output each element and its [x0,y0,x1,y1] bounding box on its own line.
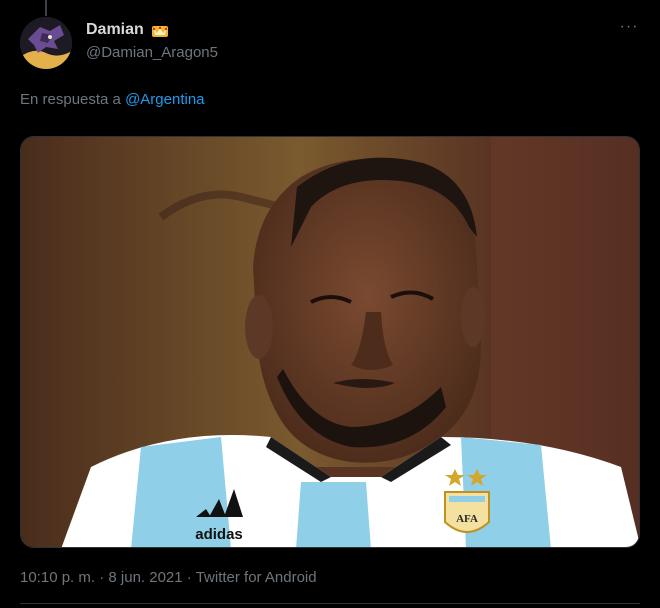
crown-icon [150,20,170,40]
crest-text: AFA [456,513,478,525]
meta-separator: · [186,569,192,586]
more-options-button[interactable]: ··· [618,18,640,42]
avatar-image [20,17,72,69]
thread-connector-line [45,0,47,16]
tweet-time[interactable]: 10:10 p. m. [20,569,95,586]
tweet-source[interactable]: Twitter for Android [196,569,317,586]
media-photo: adidas AFA [21,137,639,547]
reply-context: En respuesta a @Argentina [20,91,205,108]
jersey-brand-text: adidas [195,526,243,543]
display-name[interactable]: Damian [86,21,144,39]
more-dots-icon: ··· [619,18,639,35]
tweet-date[interactable]: 8 jun. 2021 [108,569,182,586]
divider [20,603,640,604]
author-name-row: Damian [86,20,170,40]
reply-prefix: En respuesta a [20,91,121,108]
meta-separator: · [99,569,105,586]
tweet-media-image[interactable]: adidas AFA [20,136,640,548]
tweet-metadata: 10:10 p. m. · 8 jun. 2021 · Twitter for … [20,569,317,586]
reply-mention-link[interactable]: @Argentina [125,91,204,108]
avatar[interactable] [20,17,72,69]
user-handle[interactable]: @Damian_Aragon5 [86,44,218,61]
